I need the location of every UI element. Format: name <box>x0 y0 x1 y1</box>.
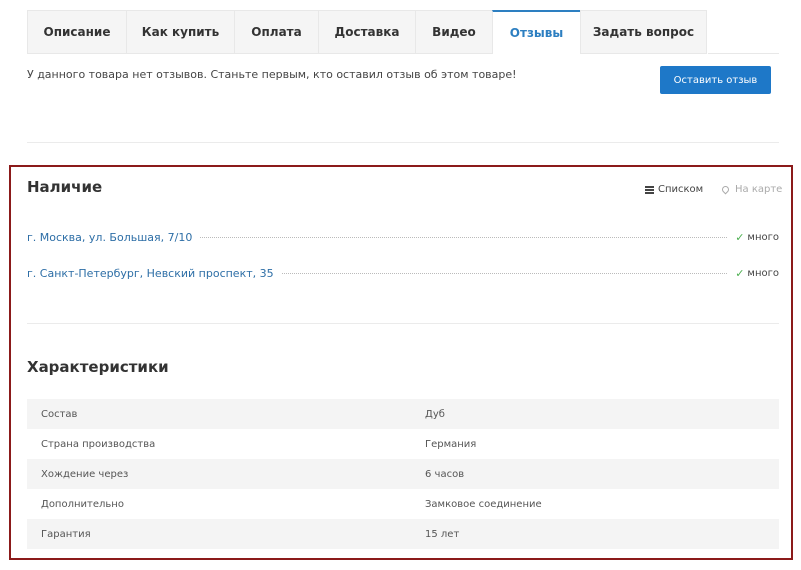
stock-status: ✓ много <box>735 231 779 244</box>
leave-review-button[interactable]: Оставить отзыв <box>660 66 771 94</box>
table-row: Состав Дуб <box>27 399 779 429</box>
tab-delivery[interactable]: Доставка <box>318 10 415 54</box>
tab-video[interactable]: Видео <box>415 10 492 54</box>
table-row: Хождение через 6 часов <box>27 459 779 489</box>
spec-value: Германия <box>425 438 477 450</box>
product-tabs: Описание Как купить Оплата Доставка Виде… <box>27 10 707 54</box>
view-list-label: Списком <box>658 184 704 195</box>
spec-name: Гарантия <box>41 528 91 540</box>
tab-ask-question[interactable]: Задать вопрос <box>580 10 707 54</box>
spec-name: Дополнительно <box>41 498 124 510</box>
table-row: Дополнительно Замковое соединение <box>27 489 779 519</box>
stock-label: много <box>747 231 779 243</box>
store-row: г. Москва, ул. Большая, 7/10 ✓ много <box>27 229 779 245</box>
tab-description[interactable]: Описание <box>27 10 126 54</box>
view-map-label: На карте <box>735 184 783 195</box>
spec-value: 6 часов <box>425 468 465 480</box>
no-reviews-text: У данного товара нет отзывов. Станьте пе… <box>27 68 517 81</box>
check-icon: ✓ <box>735 266 745 280</box>
dotted-leader <box>281 272 728 274</box>
specs-table: Состав Дуб Страна производства Германия … <box>27 399 779 549</box>
tab-how-to-buy[interactable]: Как купить <box>126 10 234 54</box>
check-icon: ✓ <box>735 230 745 244</box>
table-row: Страна производства Германия <box>27 429 779 459</box>
spec-value: Дуб <box>425 408 445 420</box>
specs-title: Характеристики <box>27 358 169 376</box>
divider <box>27 142 779 143</box>
tab-payment[interactable]: Оплата <box>234 10 318 54</box>
dotted-leader <box>200 236 728 238</box>
store-address-link[interactable]: г. Москва, ул. Большая, 7/10 <box>27 231 192 244</box>
availability-title: Наличие <box>27 178 103 196</box>
stock-status: ✓ много <box>735 267 779 280</box>
tabs-underline <box>708 53 779 54</box>
spec-name: Страна производства <box>41 438 156 450</box>
tab-reviews[interactable]: Отзывы <box>492 10 580 54</box>
view-map-toggle[interactable]: На карте <box>720 184 783 195</box>
spec-name: Хождение через <box>41 468 129 480</box>
table-row: Гарантия 15 лет <box>27 519 779 549</box>
divider <box>27 323 779 324</box>
list-icon <box>645 185 654 194</box>
spec-value: Замковое соединение <box>425 498 542 510</box>
stock-label: много <box>747 267 779 279</box>
store-row: г. Санкт-Петербург, Невский проспект, 35… <box>27 265 779 281</box>
map-pin-icon <box>720 184 731 195</box>
store-address-link[interactable]: г. Санкт-Петербург, Невский проспект, 35 <box>27 267 274 280</box>
spec-value: 15 лет <box>425 528 460 540</box>
spec-name: Состав <box>41 408 78 420</box>
view-list-toggle[interactable]: Списком <box>645 184 703 195</box>
